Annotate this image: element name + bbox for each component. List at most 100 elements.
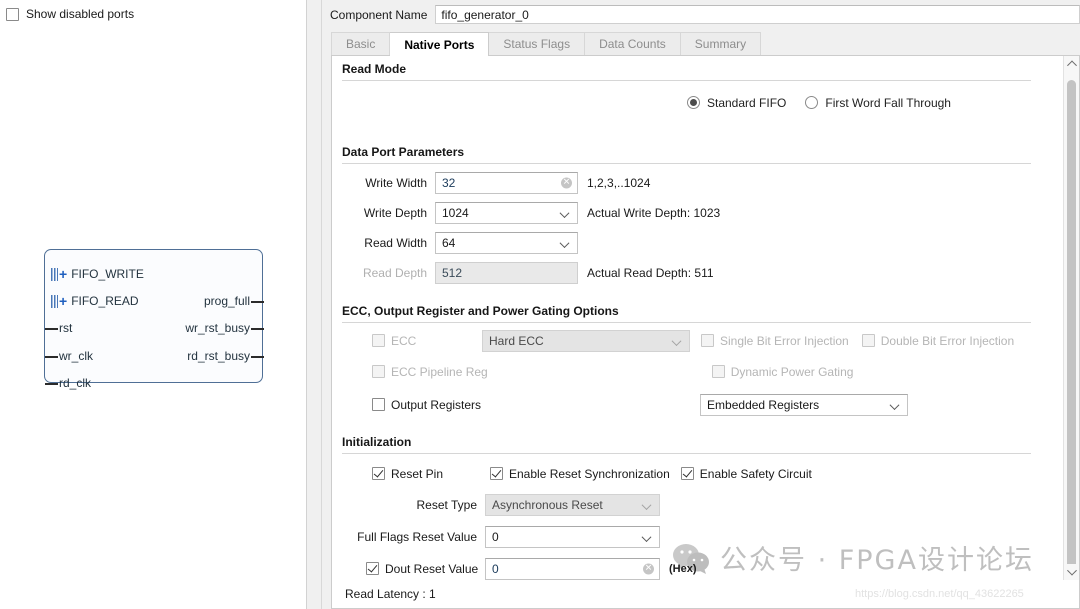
write-depth-select[interactable]: 1024: [435, 202, 578, 224]
full-flags-reset-value-value: 0: [492, 530, 499, 544]
read-latency-text: Read Latency : 1: [332, 580, 1079, 608]
ecc-checkbox-item[interactable]: ECC: [372, 334, 482, 348]
tab-status-flags[interactable]: Status Flags: [489, 32, 585, 55]
enable-reset-synchronization-label: Enable Reset Synchronization: [509, 467, 670, 481]
symbol-port-wr-clk: wr_clk: [59, 347, 93, 365]
reset-pin-checkbox[interactable]: [372, 467, 385, 480]
dynamic-power-gating-checkbox: [712, 365, 725, 378]
dout-reset-value-item[interactable]: Dout Reset Value: [366, 562, 485, 576]
enable-safety-circuit-label: Enable Safety Circuit: [700, 467, 812, 481]
write-width-input[interactable]: 32 ✕: [435, 172, 578, 194]
ecc-row: ECC Hard ECC Single Bit Error Injection: [332, 326, 1041, 356]
reset-pin-item[interactable]: Reset Pin: [372, 467, 490, 481]
scroll-down-button[interactable]: [1064, 564, 1079, 580]
expand-plus-icon[interactable]: +: [59, 265, 67, 283]
enable-reset-synchronization-item[interactable]: Enable Reset Synchronization: [490, 467, 670, 481]
symbol-preview-panel: Show disabled ports +FIFO_WRITE +FIFO_RE…: [0, 0, 307, 609]
chevron-down-icon: [643, 535, 651, 543]
write-depth-label: Write Depth: [332, 206, 435, 220]
pin-line: [251, 356, 264, 358]
symbol-port-rd-clk: rd_clk: [59, 374, 91, 392]
read-width-value: 64: [442, 236, 455, 250]
radio-standard-fifo[interactable]: [687, 96, 700, 109]
chevron-down-icon: [561, 211, 569, 219]
expand-plus-icon[interactable]: +: [59, 292, 67, 310]
symbol-port-rst: rst: [59, 319, 72, 337]
enable-safety-circuit-item[interactable]: Enable Safety Circuit: [681, 467, 812, 481]
enable-reset-synchronization-checkbox[interactable]: [490, 467, 503, 480]
pin-line: [45, 383, 58, 385]
chevron-down-icon: [561, 241, 569, 249]
dout-reset-value-input[interactable]: 0 ✕: [485, 558, 660, 580]
tab-basic[interactable]: Basic: [331, 32, 390, 55]
tab-data-counts[interactable]: Data Counts: [585, 32, 681, 55]
clear-circle-icon[interactable]: ✕: [643, 563, 654, 574]
chevron-down-icon: [643, 503, 651, 511]
field-row-read-depth: Read Depth 512 Actual Read Depth: 511: [332, 258, 1041, 288]
read-depth-label: Read Depth: [332, 266, 435, 280]
chevron-up-icon: [1067, 60, 1077, 70]
radio-first-word-fall-through[interactable]: [805, 96, 818, 109]
field-row-read-width: Read Width 64: [332, 228, 1041, 258]
output-registers-checkbox[interactable]: [372, 398, 385, 411]
double-bit-error-injection-checkbox: [862, 334, 875, 347]
actual-write-depth-text: Actual Write Depth: 1023: [587, 206, 720, 220]
single-bit-error-injection-checkbox: [701, 334, 714, 347]
dout-reset-value-checkbox[interactable]: [366, 562, 379, 575]
enable-safety-circuit-checkbox[interactable]: [681, 467, 694, 480]
read-width-select[interactable]: 64: [435, 232, 578, 254]
show-disabled-ports-row[interactable]: Show disabled ports: [0, 0, 306, 21]
clear-circle-icon[interactable]: ✕: [561, 177, 572, 188]
symbol-port-label: wr_rst_busy: [185, 321, 250, 335]
full-flags-reset-value-select[interactable]: 0: [485, 526, 660, 548]
pin-line: [251, 301, 264, 303]
tab-summary[interactable]: Summary: [681, 32, 761, 55]
field-row-full-flags-reset-value: Full Flags Reset Value 0: [332, 521, 1041, 553]
tab-bar: Basic Native Ports Status Flags Data Cou…: [331, 31, 1080, 55]
divider: [342, 163, 1031, 164]
field-row-dout-reset-value: Dout Reset Value 0 ✕ (Hex): [332, 553, 1041, 580]
divider: [342, 322, 1031, 323]
write-depth-value: 1024: [442, 206, 469, 220]
scrollbar-thumb[interactable]: [1067, 80, 1076, 580]
field-row-write-width: Write Width 32 ✕ 1,2,3,..1024: [332, 168, 1041, 198]
single-bit-error-injection-label: Single Bit Error Injection: [720, 334, 849, 348]
output-registers-select[interactable]: Embedded Registers: [700, 394, 908, 416]
pin-line: [251, 328, 264, 330]
panel-splitter[interactable]: [307, 0, 322, 609]
group-title-initialization: Initialization: [342, 435, 1041, 449]
chevron-down-icon: [673, 339, 681, 347]
show-disabled-ports-label: Show disabled ports: [26, 7, 134, 21]
initialization-checkbox-row: Reset Pin Enable Reset Synchronization E…: [332, 459, 1041, 489]
component-name-row: Component Name fifo_generator_0: [322, 0, 1080, 31]
output-registers-row: Output Registers Embedded Registers: [332, 388, 1041, 422]
bus-marker-icon: [51, 268, 58, 281]
tab-panel-native-ports: Read Mode Standard FIFO First Word Fall …: [331, 55, 1080, 609]
show-disabled-ports-checkbox[interactable]: [6, 8, 19, 21]
read-width-label: Read Width: [332, 236, 435, 250]
read-depth-input: 512: [435, 262, 578, 284]
dout-reset-value-label: Dout Reset Value: [385, 562, 478, 576]
pin-line: [45, 356, 58, 358]
ecc-mode-value: Hard ECC: [489, 334, 544, 348]
ecc-mode-select: Hard ECC: [482, 330, 690, 352]
symbol-port-label: rd_rst_busy: [187, 349, 250, 363]
ecc-pipeline-reg-item: ECC Pipeline Reg: [372, 365, 488, 379]
ecc-pipeline-reg-checkbox: [372, 365, 385, 378]
group-title-read-mode: Read Mode: [342, 62, 1041, 76]
chevron-down-icon: [891, 403, 899, 411]
reset-pin-label: Reset Pin: [391, 467, 443, 481]
component-name-input[interactable]: fifo_generator_0: [435, 5, 1080, 24]
settings-content: Read Mode Standard FIFO First Word Fall …: [332, 56, 1041, 580]
output-registers-label: Output Registers: [391, 398, 481, 412]
tab-native-ports[interactable]: Native Ports: [390, 32, 489, 56]
cad-ip-configuration-window: Show disabled ports +FIFO_WRITE +FIFO_RE…: [0, 0, 1080, 609]
ecc-checkbox[interactable]: [372, 334, 385, 347]
output-registers-item[interactable]: Output Registers: [372, 398, 481, 412]
symbol-port-wr-rst-busy: wr_rst_busy: [185, 319, 250, 337]
reset-type-select: Asynchronous Reset: [485, 494, 660, 516]
vertical-scrollbar[interactable]: [1063, 56, 1079, 580]
reset-type-value: Asynchronous Reset: [492, 498, 603, 512]
scroll-up-button[interactable]: [1064, 56, 1079, 72]
group-title-ecc: ECC, Output Register and Power Gating Op…: [342, 304, 1041, 318]
